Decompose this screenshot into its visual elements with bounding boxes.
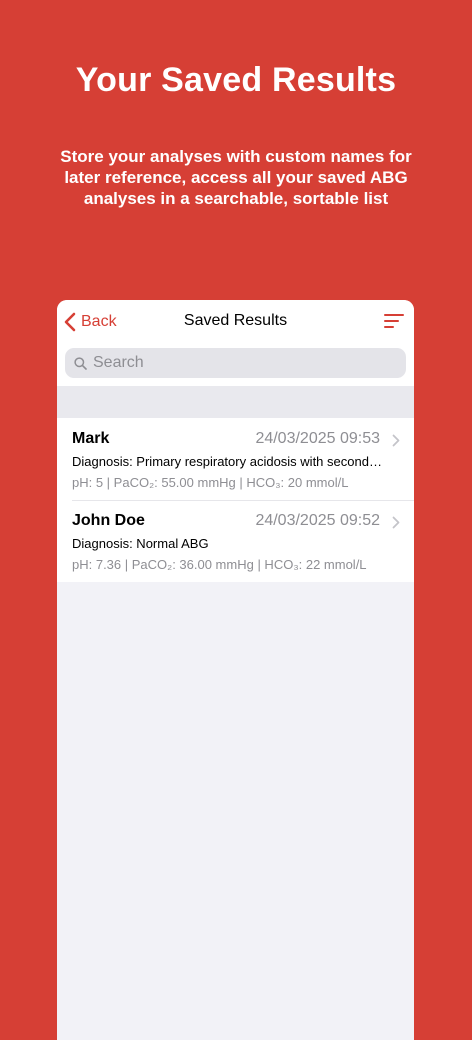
result-diagnosis: Diagnosis: Primary respiratory acidosis … xyxy=(72,454,384,469)
result-row-mark[interactable]: Mark 24/03/2025 09:53 Diagnosis: Primary… xyxy=(57,418,414,500)
search-icon xyxy=(74,356,87,370)
saved-results-list: Mark 24/03/2025 09:53 Diagnosis: Primary… xyxy=(57,418,414,582)
result-name: John Doe xyxy=(72,512,145,529)
result-row-john-doe[interactable]: John Doe 24/03/2025 09:52 Diagnosis: Nor… xyxy=(57,500,414,582)
navigation-bar: Back Saved Results xyxy=(57,300,414,386)
chevron-right-icon xyxy=(392,434,400,447)
search-input[interactable] xyxy=(93,354,393,372)
search-bar[interactable] xyxy=(65,348,406,378)
result-date: 24/03/2025 09:53 xyxy=(255,430,380,447)
result-values: pH: 7.36 | PaCO₂: 36.00 mmHg | HCO₃: 22 … xyxy=(72,557,367,572)
result-diagnosis: Diagnosis: Normal ABG xyxy=(72,536,209,551)
list-header-spacer xyxy=(57,386,414,418)
page-title: Saved Results xyxy=(183,312,288,329)
result-values: pH: 5 | PaCO₂: 55.00 mmHg | HCO₃: 20 mmo… xyxy=(72,475,349,490)
result-date: 24/03/2025 09:52 xyxy=(255,512,380,529)
sort-lines-icon[interactable] xyxy=(383,312,405,330)
promo-headline: Your Saved Results xyxy=(75,61,397,99)
result-name: Mark xyxy=(72,430,110,447)
phone-screen: Back Saved Results Mark 24/03/2025 09:53… xyxy=(57,300,414,1040)
chevron-right-icon xyxy=(392,516,400,529)
promo-subtext: Store your analyses with custom names fo… xyxy=(60,147,412,208)
